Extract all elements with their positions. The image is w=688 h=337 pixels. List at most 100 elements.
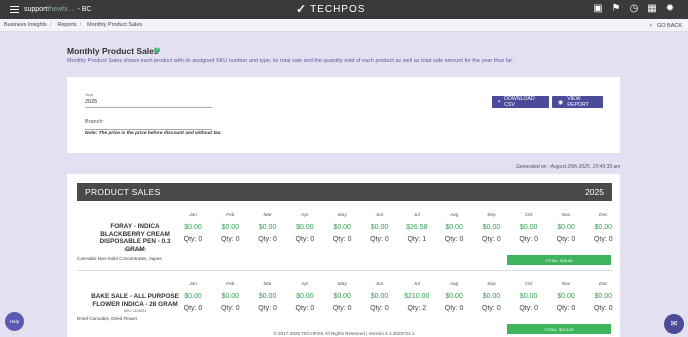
year-select[interactable]: 2025 <box>85 99 212 108</box>
breadcrumb-reports[interactable]: Reports <box>57 22 76 28</box>
month-amount: $0.00 <box>445 293 463 300</box>
gear-icon[interactable]: ✹ <box>664 3 676 15</box>
breadcrumb-current: Monthly Product Sales <box>87 22 143 28</box>
month-cell: Mar $0.00 Qty: 0 <box>250 282 286 312</box>
month-name: Jun <box>375 282 384 287</box>
brand-faint: thewhi... <box>47 6 74 13</box>
month-cell: Sep $0.00 Qty: 0 <box>473 282 509 312</box>
month-amount: $0.00 <box>594 293 613 300</box>
month-cell: Apr $0.00 Qty: 0 <box>287 282 323 312</box>
month-qty: Qty: 0 <box>519 305 539 312</box>
month-name: Jan <box>189 213 197 218</box>
month-qty: Qty: 0 <box>220 236 240 243</box>
filter-card: Year 2025 Branch: Note: The price is the… <box>67 77 620 153</box>
breadcrumb-business-insights[interactable]: Business Insights <box>4 22 47 28</box>
top-bar: supportthewhi... - BC ✓ TECHPOS ▣ ⚑ ◷ ▦ ✹ <box>0 0 688 19</box>
help-button[interactable]: Help <box>5 312 24 331</box>
page-title: Monthly Product Sales <box>67 46 159 56</box>
eye-icon: ◉ <box>558 99 564 106</box>
month-qty: Qty: 0 <box>332 305 352 312</box>
product-total: TOTAL: $26.58 <box>507 255 611 265</box>
download-csv-button[interactable]: ▪ DOWNLOAD CSV <box>492 96 549 108</box>
menu-icon[interactable] <box>10 6 19 13</box>
chat-icon: ✉ <box>670 319 678 328</box>
month-amount: $0.00 <box>519 293 538 300</box>
price-note: Note: The price is the price before disc… <box>85 131 222 136</box>
month-qty: Qty: 0 <box>444 305 464 312</box>
tag-icon[interactable]: ⚑ <box>610 3 622 15</box>
month-amount: $0.00 <box>333 293 351 300</box>
month-cell: Jul $26.58 Qty: 1 <box>399 213 435 243</box>
breadcrumb-separator: / <box>49 22 52 28</box>
month-cell: Mar $0.00 Qty: 0 <box>250 213 286 243</box>
month-name: Sep <box>487 213 496 218</box>
month-amount: $0.00 <box>258 224 277 231</box>
branch-select[interactable]: Branch: <box>85 119 212 130</box>
download-csv-label: DOWNLOAD CSV <box>504 96 535 108</box>
month-qty: Qty: 0 <box>556 236 576 243</box>
chat-button[interactable]: ✉ <box>664 314 684 334</box>
month-qty: Qty: 0 <box>593 236 613 243</box>
month-cell: Sep $0.00 Qty: 0 <box>473 213 509 243</box>
month-name: Mar <box>263 282 272 287</box>
month-amount: $0.00 <box>445 224 463 231</box>
month-name: Mar <box>263 213 272 218</box>
month-cell: Jul $210.00 Qty: 2 <box>399 282 435 312</box>
month-name: May <box>337 282 347 287</box>
month-cell: Oct $0.00 Qty: 0 <box>511 213 547 243</box>
go-back-button[interactable]: ‹ GO BACK <box>650 22 682 29</box>
month-qty: Qty: 0 <box>258 236 277 243</box>
month-amount: $0.00 <box>184 293 202 300</box>
month-cell: Jun $0.00 Qty: 0 <box>362 213 398 243</box>
month-name: May <box>337 213 347 218</box>
register-icon[interactable]: ▣ <box>592 3 604 15</box>
month-name: Apr <box>301 282 309 287</box>
report-header: PRODUCT SALES 2025 <box>77 183 612 201</box>
month-qty: Qty: 0 <box>556 305 576 312</box>
month-qty: Qty: 0 <box>183 305 203 312</box>
month-amount: $0.00 <box>482 293 501 300</box>
info-icon[interactable]: ? <box>154 47 160 53</box>
report-year: 2025 <box>585 187 604 197</box>
month-amount: $0.00 <box>594 224 613 231</box>
month-qty: Qty: 0 <box>482 236 501 243</box>
month-amount: $0.00 <box>519 224 538 231</box>
month-cell: Oct $0.00 Qty: 0 <box>511 282 547 312</box>
month-cell: Dec $0.00 Qty: 0 <box>585 282 621 312</box>
month-cell: Nov $0.00 Qty: 0 <box>548 282 584 312</box>
month-name: Feb <box>226 213 235 218</box>
product-name-line: BAKE SALE - ALL PURPOSE <box>91 293 179 300</box>
product-sku: SKU: 1104834 <box>123 309 147 313</box>
clock-icon[interactable]: ◷ <box>628 3 640 15</box>
logo-mark-icon: ✓ <box>296 2 308 16</box>
report-card: PRODUCT SALES 2025 FORAY - INDICA BLACKB… <box>67 174 620 337</box>
product-name-line: FLOWER INDICA - 28 GRAM <box>92 300 178 308</box>
month-name: Dec <box>599 282 608 287</box>
month-name: Oct <box>524 213 533 218</box>
month-cell: May $0.00 Qty: 0 <box>324 213 360 243</box>
month-amount: $210.00 <box>404 293 430 300</box>
month-name: Aug <box>449 213 459 218</box>
month-cell: Dec $0.00 Qty: 0 <box>585 213 621 243</box>
product-name-line: BLACKBERRY CREAM <box>100 230 170 238</box>
month-amount: $0.00 <box>482 224 501 231</box>
month-name: Jul <box>413 213 420 218</box>
product-type: Cannabis Non-Solid Concentrates, Vapes <box>77 256 162 261</box>
month-qty: Qty: 0 <box>444 236 464 243</box>
month-amount: $0.00 <box>333 224 351 231</box>
month-cell: Apr $0.00 Qty: 0 <box>287 213 323 243</box>
month-cell: Jan $0.00 Qty: 0 <box>175 282 211 312</box>
month-cell: Jun $0.00 Qty: 0 <box>362 282 398 312</box>
month-qty: Qty: 1 <box>407 236 427 243</box>
month-amount: $0.00 <box>184 224 202 231</box>
techpos-logo[interactable]: ✓ TECHPOS <box>296 2 365 16</box>
month-cell: Feb $0.00 Qty: 0 <box>212 213 248 243</box>
view-report-button[interactable]: ◉ VIEW REPORT <box>552 96 603 108</box>
brand-name: supportthewhi... - BC <box>24 6 91 13</box>
product-sku: SKU: 1014847 <box>123 248 147 252</box>
month-amount: $0.00 <box>370 293 389 300</box>
month-amount: $0.00 <box>557 224 575 231</box>
month-qty: Qty: 0 <box>295 236 315 243</box>
month-qty: Qty: 0 <box>220 305 240 312</box>
calendar-icon[interactable]: ▦ <box>646 3 658 15</box>
